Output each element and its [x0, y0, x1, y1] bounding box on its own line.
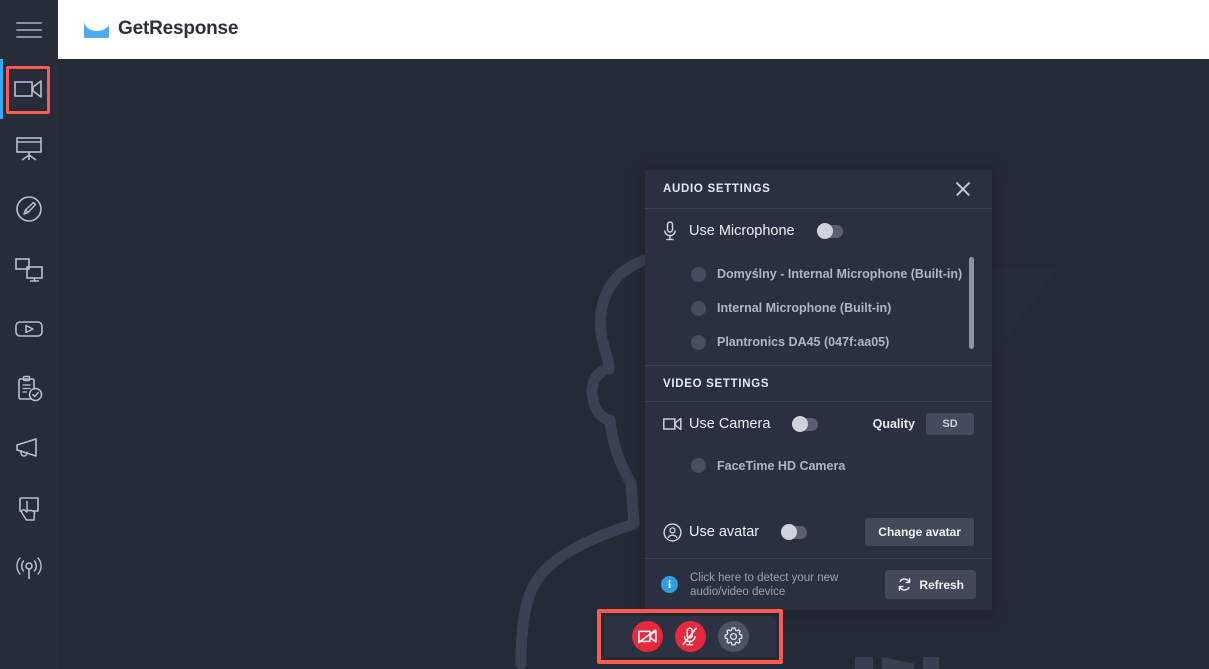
list-item[interactable]: Domyślny - Internal Microphone (Built-in… — [645, 257, 992, 291]
close-icon[interactable] — [952, 178, 974, 200]
brand-logo: GetResponse — [84, 18, 238, 40]
video-stage — [58, 59, 1209, 669]
sidebar-item-broadcast[interactable] — [0, 539, 58, 599]
use-avatar-toggle[interactable] — [781, 524, 808, 541]
cta-click-icon — [19, 497, 39, 521]
cut-off-controls — [855, 657, 939, 669]
screen-share-icon — [15, 258, 43, 282]
camera-device-list: FaceTime HD Camera — [645, 447, 992, 483]
quality-control: Quality SD — [872, 413, 974, 436]
toggle-knob — [792, 416, 809, 433]
use-camera-row: Use Camera Quality SD — [645, 402, 992, 446]
refresh-label: Refresh — [919, 577, 964, 592]
use-avatar-row: Use avatar Change avatar — [645, 507, 992, 559]
video-camera-icon — [663, 417, 689, 431]
presentation-board-icon — [16, 137, 42, 161]
video-settings-title: VIDEO SETTINGS — [663, 377, 770, 390]
list-item[interactable]: Plantronics DA45 (047f:aa05) — [645, 325, 992, 359]
audio-settings-title: AUDIO SETTINGS — [663, 182, 771, 195]
ghost-shape — [923, 657, 939, 669]
detect-device-text: Click here to detect your new audio/vide… — [690, 571, 839, 598]
use-microphone-label: Use Microphone — [689, 223, 795, 239]
ghost-shape — [855, 657, 873, 669]
info-icon: i — [661, 576, 678, 594]
pencil-circle-icon — [16, 196, 42, 222]
use-microphone-toggle[interactable] — [816, 223, 843, 239]
sidebar-item-camera[interactable] — [0, 59, 58, 119]
list-item[interactable]: Internal Microphone (Built-in) — [645, 291, 992, 325]
use-camera-label: Use Camera — [689, 416, 771, 433]
top-bar: GetResponse — [0, 0, 1209, 59]
refresh-button[interactable]: Refresh — [885, 570, 976, 600]
sidebar — [0, 59, 58, 669]
microphone-off-icon — [682, 627, 697, 646]
hamburger-icon — [16, 21, 42, 38]
sidebar-item-poll[interactable] — [0, 359, 58, 419]
toggle-knob — [781, 524, 798, 541]
use-microphone-row: Use Microphone — [645, 209, 992, 253]
brand-name: GetResponse — [118, 18, 239, 39]
video-camera-icon — [14, 80, 42, 98]
use-avatar-label: Use avatar — [689, 524, 760, 541]
megaphone-icon — [16, 438, 37, 457]
device-label: Internal Microphone (Built-in) — [717, 301, 892, 316]
settings-button[interactable] — [717, 621, 749, 652]
call-controls-bar — [604, 616, 776, 657]
microphone-off-button[interactable] — [674, 621, 706, 652]
clipboard-check-icon — [18, 375, 43, 402]
device-label: FaceTime HD Camera — [717, 458, 846, 473]
menu-button[interactable] — [0, 0, 58, 59]
device-label: Plantronics DA45 (047f:aa05) — [717, 335, 890, 350]
envelope-icon — [84, 20, 109, 38]
ghost-shape — [882, 657, 914, 669]
panel-footer: i Click here to detect your new audio/vi… — [645, 558, 992, 610]
radio-icon[interactable] — [691, 266, 706, 282]
app-root: GetResponse AUDIO SETTINGS Use Microphon… — [0, 0, 1209, 669]
sidebar-item-annotate[interactable] — [0, 179, 58, 239]
sidebar-item-screen-share[interactable] — [0, 239, 58, 299]
video-settings-title-bar: VIDEO SETTINGS — [645, 365, 992, 403]
audio-video-settings-panel: AUDIO SETTINGS Use Microphone Domyślny -… — [645, 170, 992, 610]
microphone-icon — [663, 221, 689, 241]
radio-icon[interactable] — [691, 334, 706, 350]
use-camera-toggle[interactable] — [792, 416, 819, 433]
quality-select[interactable]: SD — [926, 413, 974, 436]
user-circle-icon — [663, 523, 689, 542]
quality-label: Quality — [872, 417, 915, 432]
sidebar-item-announce[interactable] — [0, 419, 58, 479]
sidebar-item-media[interactable] — [0, 299, 58, 359]
broadcast-icon — [16, 557, 42, 579]
device-label: Domyślny - Internal Microphone (Built-in… — [717, 267, 963, 282]
device-list-scrollbar[interactable] — [969, 257, 974, 350]
toggle-knob — [816, 223, 833, 239]
panel-header: AUDIO SETTINGS — [645, 170, 992, 209]
radio-icon[interactable] — [691, 458, 706, 474]
sidebar-item-call-to-action[interactable] — [0, 479, 58, 539]
microphone-device-list: Domyślny - Internal Microphone (Built-in… — [645, 253, 992, 365]
refresh-icon — [899, 578, 911, 592]
video-camera-off-icon — [637, 629, 657, 644]
gear-icon — [724, 627, 742, 646]
sidebar-item-whiteboard[interactable] — [0, 119, 58, 179]
video-player-icon — [15, 321, 43, 337]
list-item[interactable]: FaceTime HD Camera — [645, 449, 992, 483]
change-avatar-button[interactable]: Change avatar — [865, 518, 974, 547]
radio-icon[interactable] — [691, 300, 706, 316]
camera-off-button[interactable] — [631, 621, 663, 652]
